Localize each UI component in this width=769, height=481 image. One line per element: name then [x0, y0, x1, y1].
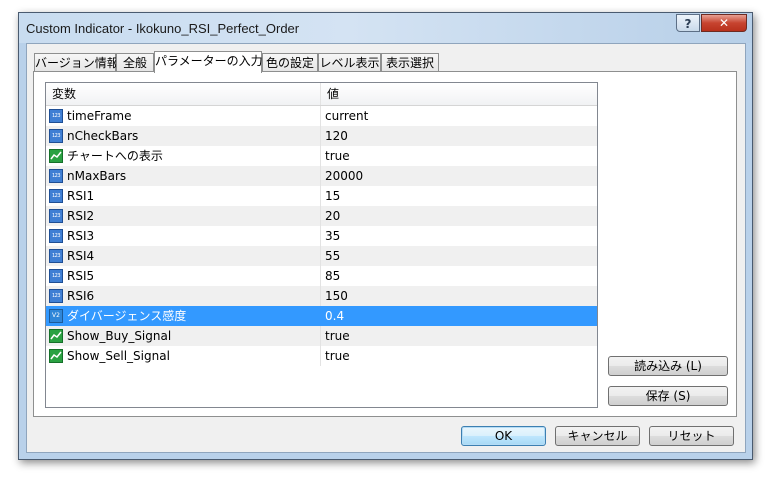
- help-button[interactable]: ?: [676, 14, 700, 32]
- parameter-name-cell[interactable]: チャートへの表示: [46, 146, 321, 166]
- tab-version-info[interactable]: バージョン情報: [34, 53, 119, 72]
- parameters-panel: 変数 値 123 timeFrame current 123 nCheckBars 120…: [33, 71, 737, 417]
- parameter-row[interactable]: 123 RSI4 55: [46, 246, 597, 266]
- tab-general[interactable]: 全般: [116, 53, 154, 72]
- boolean-icon: [49, 149, 63, 163]
- parameter-row[interactable]: Show_Buy_Signal true: [46, 326, 597, 346]
- integer-icon: 123: [49, 229, 63, 243]
- parameter-name-cell[interactable]: 123 RSI1: [46, 186, 321, 206]
- parameter-name: チャートへの表示: [67, 149, 163, 163]
- parameter-row[interactable]: 123 timeFrame current: [46, 106, 597, 126]
- save-button[interactable]: 保存 (S): [608, 386, 728, 406]
- parameter-row[interactable]: 123 nMaxBars 20000: [46, 166, 597, 186]
- integer-icon: 123: [49, 129, 63, 143]
- parameter-value[interactable]: 150: [321, 286, 597, 306]
- parameter-value[interactable]: 15: [321, 186, 597, 206]
- parameter-row[interactable]: 123 RSI6 150: [46, 286, 597, 306]
- parameters-grid[interactable]: 変数 値 123 timeFrame current 123 nCheckBars 120…: [45, 82, 598, 408]
- load-button[interactable]: 読み込み (L): [608, 356, 728, 376]
- parameter-name-cell[interactable]: Show_Buy_Signal: [46, 326, 321, 346]
- parameter-name: Show_Buy_Signal: [67, 329, 172, 343]
- tab-levels[interactable]: レベル表示: [318, 53, 381, 72]
- parameter-row[interactable]: Show_Sell_Signal true: [46, 346, 597, 366]
- parameter-name-cell[interactable]: 123 RSI5: [46, 266, 321, 286]
- parameter-value[interactable]: current: [321, 106, 597, 126]
- parameter-name: RSI3: [67, 229, 95, 243]
- grid-header: 変数 値: [46, 83, 597, 106]
- tab-input-parameters[interactable]: パラメーターの入力: [154, 51, 263, 73]
- parameter-name-cell[interactable]: 123 RSI2: [46, 206, 321, 226]
- boolean-icon: [49, 329, 63, 343]
- parameter-name: RSI6: [67, 289, 95, 303]
- parameter-value[interactable]: 20000: [321, 166, 597, 186]
- integer-icon: 123: [49, 109, 63, 123]
- parameter-name-cell[interactable]: 123 timeFrame: [46, 106, 321, 126]
- parameter-name: RSI4: [67, 249, 95, 263]
- parameter-value[interactable]: true: [321, 146, 597, 166]
- parameter-row[interactable]: 123 RSI2 20: [46, 206, 597, 226]
- window-title: Custom Indicator - Ikokuno_RSI_Perfect_O…: [26, 21, 300, 36]
- integer-icon: 123: [49, 209, 63, 223]
- parameter-name: RSI5: [67, 269, 95, 283]
- reset-button[interactable]: リセット: [649, 426, 734, 446]
- parameter-name-cell[interactable]: V2 ダイバージェンス感度: [46, 306, 321, 326]
- parameter-value[interactable]: true: [321, 346, 597, 366]
- parameter-name: nCheckBars: [67, 129, 139, 143]
- boolean-icon: [49, 349, 63, 363]
- parameter-name: nMaxBars: [67, 169, 127, 183]
- parameter-name-cell[interactable]: Show_Sell_Signal: [46, 346, 321, 366]
- parameter-value[interactable]: 20: [321, 206, 597, 226]
- double-icon: V2: [49, 309, 63, 323]
- parameter-name: timeFrame: [67, 109, 132, 123]
- parameter-name: RSI2: [67, 209, 95, 223]
- column-header-variable[interactable]: 変数: [46, 83, 321, 105]
- parameter-value[interactable]: 35: [321, 226, 597, 246]
- tab-visualization[interactable]: 表示選択: [381, 53, 439, 72]
- integer-icon: 123: [49, 189, 63, 203]
- integer-icon: 123: [49, 169, 63, 183]
- parameter-name: Show_Sell_Signal: [67, 349, 170, 363]
- column-header-value[interactable]: 値: [321, 83, 597, 105]
- integer-icon: 123: [49, 289, 63, 303]
- parameter-row[interactable]: 123 nCheckBars 120: [46, 126, 597, 146]
- parameter-value[interactable]: 85: [321, 266, 597, 286]
- parameter-row[interactable]: 123 RSI5 85: [46, 266, 597, 286]
- parameter-value[interactable]: true: [321, 326, 597, 346]
- parameter-row[interactable]: V2 ダイバージェンス感度 0.4: [46, 306, 597, 326]
- parameter-name: RSI1: [67, 189, 95, 203]
- parameter-row[interactable]: 123 RSI1 15: [46, 186, 597, 206]
- title-bar[interactable]: Custom Indicator - Ikokuno_RSI_Perfect_O…: [19, 13, 752, 43]
- ok-button[interactable]: OK: [461, 426, 546, 446]
- dialog-client-area: バージョン情報 全般 パラメーターの入力 色の設定 レベル表示 表示選択 変数 …: [26, 43, 746, 453]
- cancel-button[interactable]: キャンセル: [555, 426, 640, 446]
- parameter-row[interactable]: チャートへの表示 true: [46, 146, 597, 166]
- parameter-value[interactable]: 55: [321, 246, 597, 266]
- close-button[interactable]: ✕: [701, 14, 747, 32]
- parameter-value[interactable]: 120: [321, 126, 597, 146]
- parameter-row[interactable]: 123 RSI3 35: [46, 226, 597, 246]
- dialog-window: Custom Indicator - Ikokuno_RSI_Perfect_O…: [18, 12, 753, 460]
- parameter-name-cell[interactable]: 123 RSI3: [46, 226, 321, 246]
- parameter-name: ダイバージェンス感度: [67, 309, 187, 323]
- tab-colors[interactable]: 色の設定: [262, 53, 318, 72]
- parameter-name-cell[interactable]: 123 nCheckBars: [46, 126, 321, 146]
- parameter-value[interactable]: 0.4: [321, 306, 597, 326]
- integer-icon: 123: [49, 249, 63, 263]
- integer-icon: 123: [49, 269, 63, 283]
- parameter-name-cell[interactable]: 123 RSI4: [46, 246, 321, 266]
- parameter-name-cell[interactable]: 123 nMaxBars: [46, 166, 321, 186]
- parameter-name-cell[interactable]: 123 RSI6: [46, 286, 321, 306]
